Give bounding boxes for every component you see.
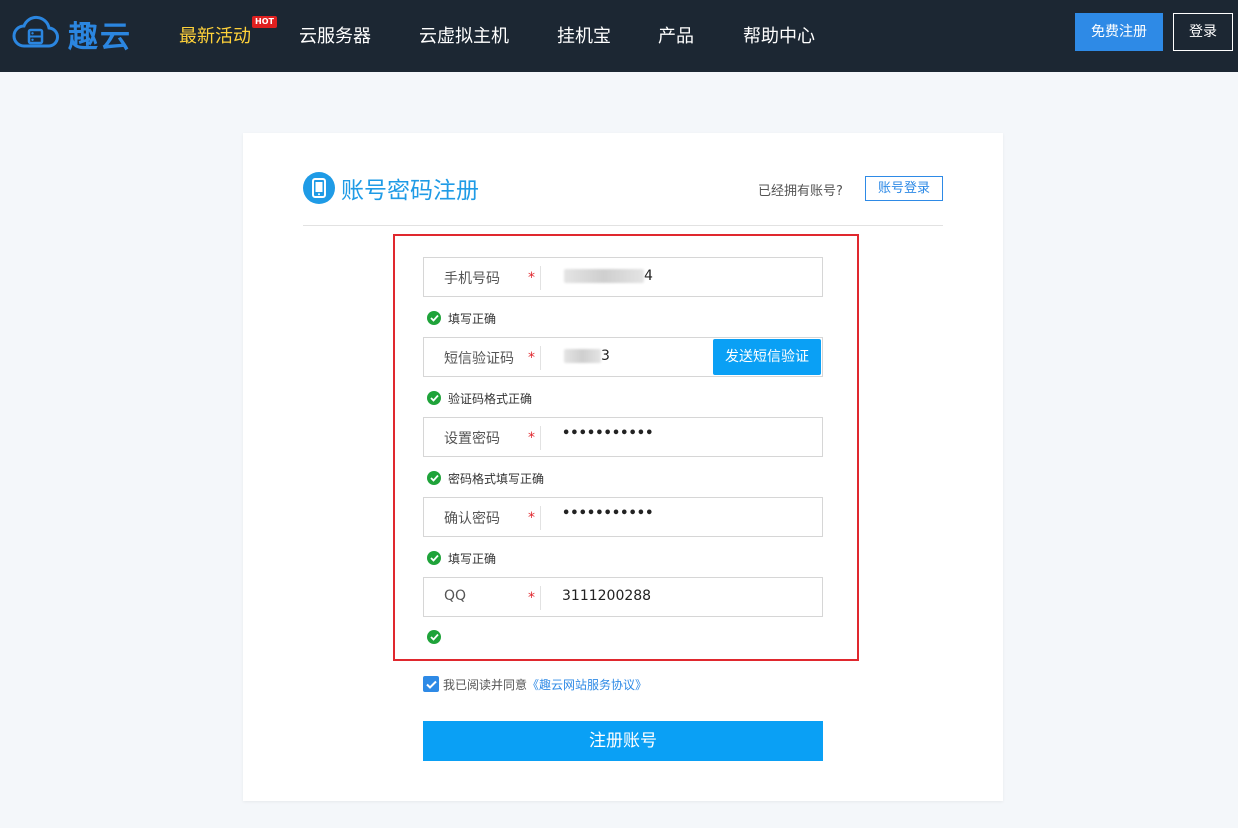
qq-input[interactable]: 3111200288	[562, 588, 651, 604]
check-circle-icon	[427, 630, 441, 644]
register-submit-button[interactable]: 注册账号	[423, 721, 823, 761]
password-hint-text: 密码格式填写正确	[448, 471, 545, 486]
required-mark: *	[528, 270, 535, 286]
have-account-text: 已经拥有账号?	[758, 184, 843, 199]
password-field[interactable]: 设置密码 * •••••••••••	[423, 417, 823, 457]
phone-input[interactable]: 4	[564, 268, 653, 284]
brand-logo[interactable]: 趣云	[12, 12, 132, 56]
sms-code-value-suffix: 3	[601, 348, 610, 364]
redacted-blur	[564, 269, 644, 283]
phone-field[interactable]: 手机号码 * 4	[423, 257, 823, 297]
login-button[interactable]: 登录	[1173, 13, 1233, 51]
sms-code-hint-text: 验证码格式正确	[448, 391, 533, 406]
confirm-password-field[interactable]: 确认密码 * •••••••••••	[423, 497, 823, 537]
check-circle-icon	[427, 471, 441, 485]
agreement-text: 我已阅读并同意	[443, 677, 528, 692]
hot-badge: HOT	[252, 16, 277, 28]
nav-latest-activity[interactable]: 最新活动	[179, 22, 251, 48]
required-mark: *	[528, 430, 535, 446]
qq-hint	[427, 629, 448, 645]
phone-label: 手机号码	[444, 271, 500, 287]
free-register-button[interactable]: 免费注册	[1075, 13, 1163, 51]
field-separator	[540, 506, 541, 530]
nav-products[interactable]: 产品	[658, 22, 694, 48]
top-navbar: 趣云 最新活动 HOT 云服务器 云虚拟主机 挂机宝 产品 帮助中心 免费注册 …	[0, 0, 1238, 72]
sms-code-field[interactable]: 短信验证码 * 3 发送短信验证	[423, 337, 823, 377]
service-agreement-link[interactable]: 《趣云网站服务协议》	[527, 676, 647, 693]
check-circle-icon	[427, 311, 441, 325]
confirm-password-hint-text: 填写正确	[448, 551, 497, 566]
agreement-row: 我已阅读并同意 《趣云网站服务协议》	[423, 676, 647, 692]
confirm-password-input[interactable]: •••••••••••	[562, 506, 653, 521]
header-divider	[303, 225, 943, 226]
check-circle-icon	[427, 391, 441, 405]
brand-name: 趣云	[68, 20, 132, 55]
confirm-password-hint: 填写正确	[427, 550, 496, 566]
password-input[interactable]: •••••••••••	[562, 426, 653, 441]
phone-value-suffix: 4	[644, 268, 653, 284]
sms-code-input[interactable]: 3	[564, 348, 610, 364]
required-mark: *	[528, 510, 535, 526]
nav-virtual-host[interactable]: 云虚拟主机	[419, 22, 509, 48]
phone-hint: 填写正确	[427, 310, 496, 326]
qq-field[interactable]: QQ * 3111200288	[423, 577, 823, 617]
sms-code-hint: 验证码格式正确	[427, 390, 532, 406]
confirm-password-label: 确认密码	[444, 511, 500, 527]
check-circle-icon	[427, 551, 441, 565]
agreement-checkbox[interactable]	[423, 676, 439, 692]
send-sms-button[interactable]: 发送短信验证	[713, 339, 821, 375]
redacted-blur	[564, 349, 601, 363]
mobile-phone-icon	[303, 172, 335, 204]
phone-hint-text: 填写正确	[448, 311, 497, 326]
account-login-button[interactable]: 账号登录	[865, 176, 943, 201]
checkmark-icon	[425, 680, 437, 689]
nav-help-center[interactable]: 帮助中心	[743, 22, 815, 48]
page-title: 账号密码注册	[341, 178, 479, 204]
field-separator	[540, 266, 541, 290]
nav-guajibao[interactable]: 挂机宝	[557, 22, 611, 48]
required-mark: *	[528, 590, 535, 606]
required-mark: *	[528, 350, 535, 366]
card-header: 账号密码注册	[303, 171, 479, 205]
nav-cloud-server[interactable]: 云服务器	[299, 22, 371, 48]
field-separator	[540, 346, 541, 370]
password-label: 设置密码	[444, 431, 500, 447]
sms-code-label: 短信验证码	[444, 351, 514, 367]
field-separator	[540, 426, 541, 450]
password-hint: 密码格式填写正确	[427, 470, 544, 486]
qq-label: QQ	[444, 588, 467, 604]
cloud-logo-icon	[12, 15, 59, 48]
field-separator	[540, 586, 541, 610]
